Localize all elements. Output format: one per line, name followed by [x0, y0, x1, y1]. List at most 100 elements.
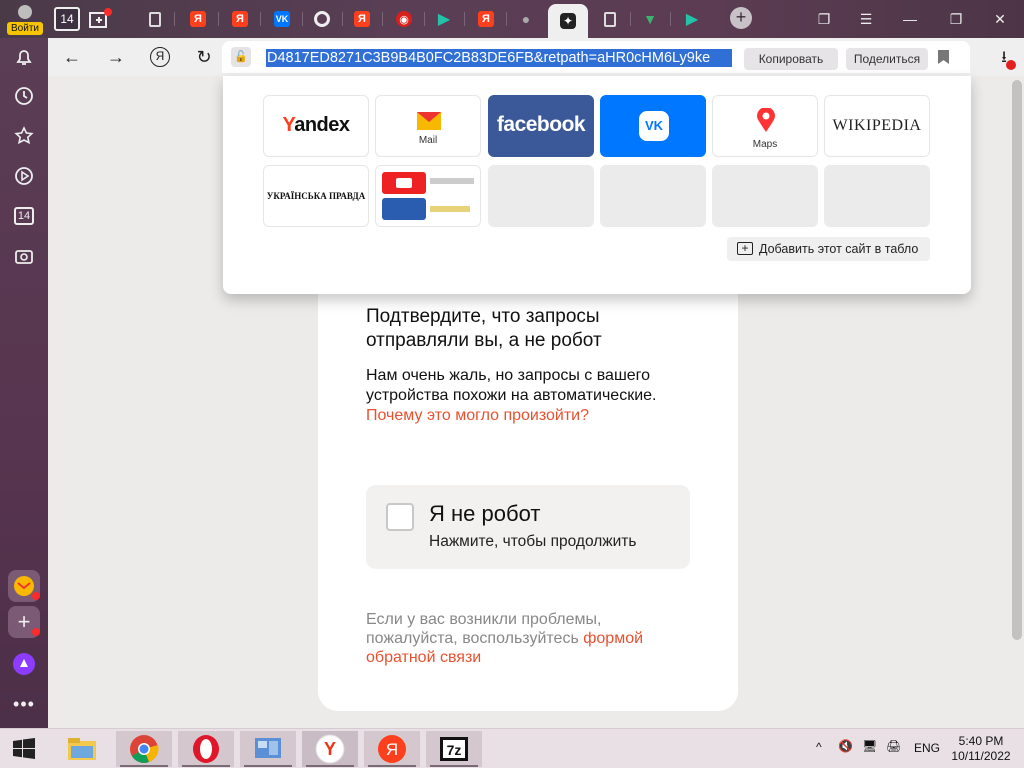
- network-icon[interactable]: 🖥: [862, 739, 877, 753]
- notifications-button[interactable]: [12, 45, 36, 69]
- tile-mail[interactable]: Mail: [375, 95, 481, 157]
- not-robot-checkbox[interactable]: Я не робот Нажмите, чтобы продолжить: [366, 485, 690, 569]
- restore-button[interactable]: ❐: [934, 5, 978, 33]
- checkbox-square-icon[interactable]: [386, 503, 414, 531]
- more-button[interactable]: •••: [12, 692, 36, 716]
- ellipsis-icon: •••: [13, 693, 35, 714]
- tab-3[interactable]: Я: [222, 4, 258, 34]
- mail-extension-button[interactable]: [8, 570, 40, 602]
- taskbar-control-panel[interactable]: [240, 731, 296, 767]
- start-button[interactable]: [0, 731, 48, 767]
- share-button[interactable]: Поделиться: [846, 48, 928, 70]
- yandex-home-button[interactable]: Я: [146, 44, 174, 70]
- close-icon: ✕: [994, 10, 1006, 27]
- ukrainska-pravda-wordmark: УКРАЇНСЬКА ПРАВДА: [266, 191, 366, 201]
- not-robot-title: Я не робот: [429, 501, 541, 526]
- opera-icon: [193, 735, 219, 763]
- tab-active[interactable]: ✦: [548, 4, 588, 38]
- add-tab-group-icon: [89, 8, 112, 28]
- add-extension-button[interactable]: +: [8, 606, 40, 638]
- captcha-footer: Если у вас возникли проблемы, пожалуйста…: [366, 610, 666, 667]
- tabs-overview-button[interactable]: 14: [53, 5, 81, 33]
- tab-6[interactable]: Я: [344, 4, 380, 34]
- site-mini-icon: [382, 198, 426, 220]
- tab-1[interactable]: [137, 4, 173, 34]
- language-indicator[interactable]: ENG: [914, 741, 940, 755]
- volume-muted-icon[interactable]: 🔇: [838, 739, 853, 753]
- tab-bar: Войти 14 Я Я VK Я ◉ ▶ Я ● ✦ ▼ ▶ + ❐ ☰ — …: [0, 0, 1024, 38]
- clock-icon: [15, 87, 33, 105]
- close-button[interactable]: ✕: [978, 5, 1022, 33]
- tile-facebook[interactable]: facebook: [488, 95, 594, 157]
- arrow-right-icon: →: [107, 46, 125, 67]
- 7zip-icon: 7z: [440, 737, 468, 761]
- tab-5[interactable]: [304, 4, 340, 34]
- why-link[interactable]: Почему это могло произойти?: [366, 407, 589, 424]
- system-clock[interactable]: 5:40 PM 10/11/2022: [946, 734, 1016, 764]
- plus-icon: +: [735, 7, 747, 27]
- history-button[interactable]: [12, 84, 36, 108]
- menu-button[interactable]: ☰: [844, 5, 888, 33]
- tile-empty-1[interactable]: [488, 165, 594, 227]
- url-text-selected[interactable]: D4817ED8271C3B9B4B0FC2B83DE6FB&retpath=a…: [266, 49, 732, 67]
- tab-2[interactable]: Я: [180, 4, 216, 34]
- add-to-tablo-button[interactable]: + Добавить этот сайт в табло: [727, 237, 930, 261]
- tile-vk[interactable]: VK: [600, 95, 706, 157]
- pot-icon: ●: [521, 11, 531, 27]
- sidebar-tabs-button[interactable]: 14: [12, 204, 36, 228]
- tile-yandex[interactable]: Yandex: [263, 95, 369, 157]
- control-panel-icon: [255, 738, 281, 758]
- reload-button[interactable]: ↻: [190, 44, 218, 70]
- taskbar-opera[interactable]: [178, 731, 234, 767]
- taskbar-yandex[interactable]: Я: [364, 731, 420, 767]
- tile-ukrainska-pravda[interactable]: УКРАЇНСЬКА ПРАВДА: [263, 165, 369, 227]
- tile-empty-4[interactable]: [824, 165, 930, 227]
- taskbar-explorer[interactable]: [54, 731, 110, 767]
- taskbar-yandex-browser[interactable]: Y: [302, 731, 358, 767]
- vk-icon: VK: [274, 11, 290, 27]
- collections-button[interactable]: ❐: [802, 5, 846, 33]
- page-scrollbar[interactable]: [1010, 76, 1024, 728]
- map-pin-icon: [757, 108, 775, 132]
- tab-8[interactable]: ▶: [426, 4, 462, 34]
- scrollbar-thumb[interactable]: [1012, 80, 1022, 640]
- mail-notification-dot: [32, 592, 40, 600]
- printer-alert-icon[interactable]: 🖨: [886, 739, 901, 753]
- taskbar-chrome[interactable]: [116, 731, 172, 767]
- chrome-icon: [130, 735, 159, 763]
- tab-9[interactable]: Я: [468, 4, 504, 34]
- copy-button[interactable]: Копировать: [744, 48, 838, 70]
- tab-14[interactable]: ▶: [674, 4, 710, 34]
- tab-7[interactable]: ◉: [386, 4, 422, 34]
- tray-overflow-icon[interactable]: ^: [816, 740, 822, 754]
- yandex-icon: Я: [190, 11, 206, 27]
- hamburger-icon: ☰: [859, 10, 873, 27]
- screenshot-button[interactable]: [12, 244, 36, 268]
- new-tab-button[interactable]: +: [730, 7, 752, 29]
- new-group-button[interactable]: [86, 5, 114, 33]
- tile-group[interactable]: [375, 165, 481, 227]
- media-button[interactable]: [12, 164, 36, 188]
- minimize-button[interactable]: —: [888, 5, 932, 33]
- bookmark-icon[interactable]: [938, 50, 949, 64]
- sidebar-tabs-badge: 14: [14, 207, 34, 225]
- back-button[interactable]: ←: [58, 44, 86, 70]
- taskbar-7zip[interactable]: 7z: [426, 731, 482, 767]
- forward-button[interactable]: →: [102, 44, 130, 70]
- bookmarks-button[interactable]: [12, 124, 36, 148]
- tile-empty-3[interactable]: [712, 165, 818, 227]
- alice-button[interactable]: [12, 652, 36, 676]
- tab-12[interactable]: [592, 4, 628, 34]
- lock-open-icon[interactable]: 🔓: [231, 47, 251, 67]
- tile-maps[interactable]: Maps: [712, 95, 818, 157]
- tab-4[interactable]: VK: [264, 4, 300, 34]
- omnibox[interactable]: 🔓 D4817ED8271C3B9B4B0FC2B83DE6FB&retpath…: [222, 41, 970, 73]
- downloads-button[interactable]: ⭳: [992, 46, 1016, 70]
- tab-10[interactable]: ●: [508, 4, 544, 34]
- tile-wikipedia[interactable]: WIKIPEDIA: [824, 95, 930, 157]
- add-square-icon: +: [737, 242, 753, 255]
- profile-button[interactable]: Войти: [6, 2, 44, 36]
- tab-13[interactable]: ▼: [632, 4, 668, 34]
- pravda-mini-icon: [430, 178, 474, 184]
- tile-empty-2[interactable]: [600, 165, 706, 227]
